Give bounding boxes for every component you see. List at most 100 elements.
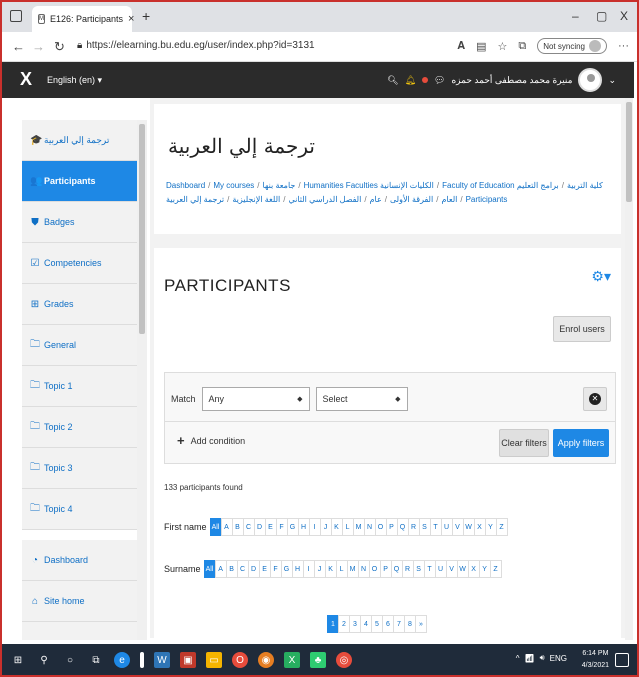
store-icon[interactable]: ▣ <box>180 652 196 668</box>
filter-type-select[interactable]: Select ◆ <box>315 387 408 411</box>
notification-center-icon[interactable] <box>615 653 629 667</box>
task-view-icon[interactable]: ⧉ <box>88 652 104 668</box>
back-icon[interactable]: ← <box>12 39 25 54</box>
apply-filters-button[interactable]: Apply filters <box>553 429 609 457</box>
sidebar-item-label: Badges <box>44 217 75 227</box>
start-icon[interactable]: ⊞ <box>10 652 26 668</box>
favicon-icon: M <box>38 14 45 24</box>
breadcrumb: Dashboard / My courses / جامعة بنها / Humaniti… <box>166 179 616 207</box>
match-select-value: Any <box>208 394 225 404</box>
sidebar-scrollbar[interactable] <box>137 120 147 640</box>
initial-letter[interactable]: Z <box>495 518 508 536</box>
sync-button[interactable]: Not syncing <box>537 38 607 54</box>
minimize-button[interactable]: – <box>572 9 579 23</box>
favorites-icon[interactable]: ☆ <box>497 40 507 53</box>
excel-icon[interactable]: X <box>284 652 300 668</box>
breadcrumb-separator: / <box>460 195 463 204</box>
close-drawer-button[interactable]: X <box>20 69 32 90</box>
breadcrumb-separator: / <box>384 195 387 204</box>
collections-icon[interactable]: ⧉ <box>518 40 526 53</box>
user-menu-caret-icon[interactable]: ⌄ <box>608 75 616 86</box>
add-condition-button[interactable]: + Add condition <box>177 433 245 448</box>
page-link[interactable]: » <box>415 615 427 633</box>
opera-icon[interactable]: O <box>232 652 248 668</box>
system-tray: ^ 📶︎ 🔊︎ ENG <box>516 653 567 663</box>
reading-view-icon[interactable]: ▤ <box>476 40 486 53</box>
language-indicator[interactable]: ENG <box>550 654 567 663</box>
sidebar-item[interactable]: ⌂ Site home <box>22 581 137 622</box>
sidebar-item[interactable]: ☑ Competencies <box>22 243 137 284</box>
breadcrumb-link[interactable]: My courses <box>213 181 254 190</box>
app-icon[interactable]: ♣ <box>310 652 326 668</box>
language-menu[interactable]: English (en) ▾ <box>47 75 102 86</box>
breadcrumb-link[interactable]: ترجمة إلي العربية <box>166 195 224 204</box>
new-tab-button[interactable]: + <box>142 8 150 24</box>
page-scrollbar[interactable] <box>625 98 633 640</box>
sidebar-item[interactable]: 🗀 Topic 2 <box>22 407 137 448</box>
initial-letter[interactable]: Z <box>489 560 502 578</box>
clear-filters-button[interactable]: Clear filters <box>499 429 549 457</box>
sidebar-item[interactable]: 👥 Participants <box>22 161 137 202</box>
forward-icon[interactable]: → <box>32 39 45 54</box>
breadcrumb-link[interactable]: Participants <box>466 195 508 204</box>
more-icon[interactable]: ··· <box>618 40 629 52</box>
search-icon[interactable]: ⚲ <box>36 652 52 668</box>
read-aloud-icon[interactable]: 𝐀 <box>457 40 465 53</box>
windows-taskbar: ⊞ ⚲ ○ ⧉ e W ▣ ▭ O ◉ X ♣ ◎ ^ 📶︎ 🔊︎ ENG 6:… <box>2 644 637 675</box>
chevron-up-icon[interactable]: ^ <box>516 654 520 663</box>
chrome-icon[interactable]: ◎ <box>336 652 352 668</box>
sidebar-item[interactable]: ⊞ Grades <box>22 284 137 325</box>
breadcrumb-separator: / <box>257 181 260 190</box>
breadcrumb-link[interactable]: اللغة الإنجليزية <box>232 195 280 204</box>
match-select[interactable]: Any ◆ <box>201 387 310 411</box>
filter-type-value: Select <box>322 394 348 404</box>
cortana-icon[interactable]: ○ <box>62 652 78 668</box>
sidebar-item[interactable]: 🗀 Topic 4 <box>22 489 137 530</box>
breadcrumb-link[interactable]: Humanities Faculties الكليات الإنسانية <box>304 181 434 190</box>
graduation-cap-icon: 🎓 <box>30 134 43 146</box>
avatar[interactable] <box>578 68 603 92</box>
close-tab-icon[interactable]: × <box>128 13 134 25</box>
firstname-initials-bar: First name All A B C D E F G H I J K L M N O P Q R S T U V W X Y Z <box>164 518 508 536</box>
url-field[interactable]: 🔒︎ https://elearning.bu.edu.eg/user/index… <box>77 40 315 51</box>
browser-tab[interactable]: M E126: Participants × <box>32 6 134 32</box>
sidebar-item[interactable]: 🎓 ترجمة إلي العربية <box>22 120 137 161</box>
address-bar: ← → ↻ 🔒︎ https://elearning.bu.edu.eg/user… <box>2 32 637 62</box>
breadcrumb-separator: / <box>227 195 230 204</box>
breadcrumb-link[interactable]: الفرقة الأولى <box>390 195 433 204</box>
word-icon[interactable]: W <box>154 652 170 668</box>
taskbar-clock[interactable]: 6:14 PM 4/3/2021 <box>582 648 609 672</box>
gear-icon[interactable]: ⚙▾ <box>591 268 611 285</box>
volume-icon[interactable]: 🔊︎ <box>540 653 545 663</box>
network-icon[interactable]: 📶︎ <box>524 654 534 663</box>
breadcrumb-link[interactable]: عام <box>370 195 382 204</box>
sidebar-item[interactable]: 🗀 Topic 1 <box>22 366 137 407</box>
edge-icon[interactable]: e <box>114 652 130 668</box>
sidebar-item-label: General <box>44 340 77 350</box>
enrol-users-button[interactable]: Enrol users <box>553 316 611 342</box>
sidebar-item[interactable]: 🗀 General <box>22 325 137 366</box>
user-menu[interactable]: 🔍︎ 🔔︎ 💬︎ منيرة محمد مصطفى أحمد حمزه ⌄ <box>387 68 616 92</box>
reload-icon[interactable]: ↻ <box>54 39 65 55</box>
notification-bell-icon[interactable]: 🔔︎ <box>405 75 416 86</box>
clock-time: 6:14 PM <box>582 650 609 657</box>
sidebar-item[interactable]: 🗀 Topic 3 <box>22 448 137 489</box>
maximize-button[interactable]: ▢ <box>596 9 607 23</box>
window-menu-icon[interactable] <box>10 10 22 22</box>
sidebar-item[interactable]: ◔ Dashboard <box>22 540 137 581</box>
profile-icon <box>589 40 601 52</box>
close-window-button[interactable]: X <box>620 9 628 23</box>
breadcrumb-separator: / <box>283 195 286 204</box>
explorer-icon[interactable]: ▭ <box>206 652 222 668</box>
sidebar-item-label: Site home <box>44 596 85 606</box>
breadcrumb-separator: / <box>364 195 367 204</box>
remove-filter-button[interactable]: ✕ <box>583 387 607 411</box>
site-navbar: X English (en) ▾ 🔍︎ 🔔︎ 💬︎ منيرة محمد مصط… <box>2 62 634 98</box>
breadcrumb-link[interactable]: الفصل الدراسي الثاني <box>288 195 361 204</box>
breadcrumb-link[interactable]: Dashboard <box>166 181 205 190</box>
search-icon[interactable]: 🔍︎ <box>387 75 398 86</box>
firefox-icon[interactable]: ◉ <box>258 652 274 668</box>
sidebar-item[interactable]: ⛊ Badges <box>22 202 137 243</box>
breadcrumb-link[interactable]: جامعة بنها <box>263 181 296 190</box>
messages-icon[interactable]: 💬︎ <box>434 75 445 86</box>
